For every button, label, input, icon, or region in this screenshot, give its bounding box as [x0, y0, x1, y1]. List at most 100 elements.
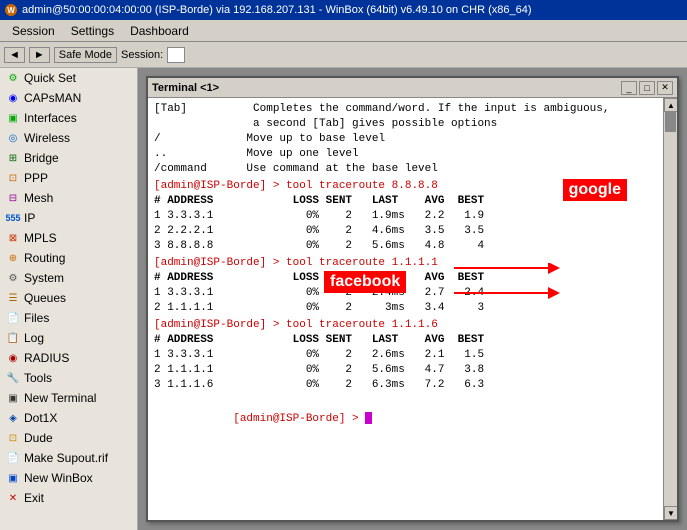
arrow-svg	[454, 263, 574, 303]
scroll-thumb[interactable]	[665, 112, 676, 132]
help-dotdot-line: .. Move up one level	[154, 147, 657, 162]
sidebar-label-log: Log	[24, 331, 44, 345]
help-command-line: /command Use command at the base level	[154, 162, 657, 177]
sidebar-item-quickset[interactable]: ⚙ Quick Set	[0, 68, 137, 88]
interfaces-icon: ▣	[6, 111, 20, 125]
traceroute3-cmd: [admin@ISP-Borde] > tool traceroute 1.1.…	[154, 318, 657, 333]
dot1x-icon: ◈	[6, 411, 20, 425]
traceroute3-row1: 1 3.3.3.1 0% 2 2.6ms 2.1 1.5	[154, 348, 657, 363]
session-label: Session:	[121, 49, 163, 61]
files-icon: 📄	[6, 311, 20, 325]
help-slash-line: / Move up to base level	[154, 132, 657, 147]
sidebar-item-routing[interactable]: ⊕ Routing	[0, 248, 137, 268]
sidebar: ⚙ Quick Set ◉ CAPsMAN ▣ Interfaces ◎ Wir…	[0, 68, 138, 530]
menu-settings[interactable]: Settings	[63, 22, 122, 40]
sidebar-label-dude: Dude	[24, 431, 53, 445]
traceroute2-row2: 2 1.1.1.1 0% 2 3ms 3.4 3	[154, 301, 484, 316]
sidebar-label-tools: Tools	[24, 371, 52, 385]
traceroute3-row3: 3 1.1.1.6 0% 2 6.3ms 7.2 6.3	[154, 378, 657, 393]
dude-icon: ⊡	[6, 431, 20, 445]
traceroute2-row1: 1 3.3.3.1 0% 2 2.4ms 2.7 2.4	[154, 286, 484, 301]
sidebar-label-supout: Make Supout.rif	[24, 451, 108, 465]
sidebar-item-ppp[interactable]: ⊡ PPP	[0, 168, 137, 188]
wireless-icon: ◎	[6, 131, 20, 145]
sidebar-item-dude[interactable]: ⊡ Dude	[0, 428, 137, 448]
sidebar-item-new-terminal[interactable]: ▣ New Terminal	[0, 388, 137, 408]
sidebar-label-capsman: CAPsMAN	[24, 91, 81, 105]
sidebar-label-interfaces: Interfaces	[24, 111, 77, 125]
new-terminal-icon: ▣	[6, 391, 20, 405]
sidebar-item-interfaces[interactable]: ▣ Interfaces	[0, 108, 137, 128]
terminal-prompt-line: [admin@ISP-Borde] >	[154, 397, 657, 442]
tools-icon: 🔧	[6, 371, 20, 385]
radius-icon: ◉	[6, 351, 20, 365]
main-layout: ⚙ Quick Set ◉ CAPsMAN ▣ Interfaces ◎ Wir…	[0, 68, 687, 530]
traceroute1-row1: 1 3.3.3.1 0% 2 1.9ms 2.2 1.9	[154, 209, 657, 224]
sidebar-label-new-winbox: New WinBox	[24, 471, 93, 485]
scroll-up-button[interactable]: ▲	[664, 98, 677, 112]
traceroute2-row2-container: 2 1.1.1.1 0% 2 3ms 3.4 3	[154, 301, 657, 316]
new-winbox-icon: ▣	[6, 471, 20, 485]
session-input[interactable]	[167, 47, 185, 63]
cursor	[365, 412, 372, 424]
sidebar-item-dot1x[interactable]: ◈ Dot1X	[0, 408, 137, 428]
mesh-icon: ⊟	[6, 191, 20, 205]
traceroute1-row3: 3 8.8.8.8 0% 2 5.6ms 4.8 4	[154, 239, 657, 254]
terminal-title: Terminal <1>	[152, 82, 219, 94]
sidebar-item-mpls[interactable]: ⊠ MPLS	[0, 228, 137, 248]
safe-mode-button[interactable]: Safe Mode	[54, 47, 117, 63]
capsman-icon: ◉	[6, 91, 20, 105]
app-icon: W	[4, 3, 18, 17]
menu-dashboard[interactable]: Dashboard	[122, 22, 197, 40]
terminal-controls: _ □ ✕	[621, 81, 673, 95]
sidebar-item-tools[interactable]: 🔧 Tools	[0, 368, 137, 388]
sidebar-item-log[interactable]: 📋 Log	[0, 328, 137, 348]
sidebar-item-new-winbox[interactable]: ▣ New WinBox	[0, 468, 137, 488]
sidebar-item-supout[interactable]: 📄 Make Supout.rif	[0, 448, 137, 468]
sidebar-item-files[interactable]: 📄 Files	[0, 308, 137, 328]
sidebar-item-exit[interactable]: ✕ Exit	[0, 488, 137, 508]
sidebar-label-quickset: Quick Set	[24, 71, 76, 85]
title-text: admin@50:00:00:04:00:00 (ISP-Borde) via …	[22, 4, 532, 16]
sidebar-item-radius[interactable]: ◉ RADIUS	[0, 348, 137, 368]
sidebar-label-mpls: MPLS	[24, 231, 57, 245]
sidebar-label-queues: Queues	[24, 291, 66, 305]
sidebar-item-capsman[interactable]: ◉ CAPsMAN	[0, 88, 137, 108]
sidebar-label-wireless: Wireless	[24, 131, 70, 145]
terminal-titlebar: Terminal <1> _ □ ✕	[148, 78, 677, 98]
scroll-down-button[interactable]: ▼	[664, 506, 677, 520]
terminal-maximize-button[interactable]: □	[639, 81, 655, 95]
google-label: google	[563, 179, 627, 201]
sidebar-label-system: System	[24, 271, 64, 285]
forward-button[interactable]: ►	[29, 47, 50, 63]
mpls-icon: ⊠	[6, 231, 20, 245]
back-button[interactable]: ◄	[4, 47, 25, 63]
sidebar-label-mesh: Mesh	[24, 191, 53, 205]
terminal-body[interactable]: [Tab] Completes the command/word. If the…	[148, 98, 663, 520]
traceroute2-cmd: [admin@ISP-Borde] > tool traceroute 1.1.…	[154, 256, 657, 271]
sidebar-item-ip[interactable]: 555 IP	[0, 208, 137, 228]
terminal-window: Terminal <1> _ □ ✕ [Tab] Completes the c…	[146, 76, 679, 522]
quickset-icon: ⚙	[6, 71, 20, 85]
ppp-icon: ⊡	[6, 171, 20, 185]
sidebar-item-bridge[interactable]: ⊞ Bridge	[0, 148, 137, 168]
scrollbar[interactable]: ▲ ▼	[663, 98, 677, 520]
menu-session[interactable]: Session	[4, 22, 63, 40]
title-bar: W admin@50:00:00:04:00:00 (ISP-Borde) vi…	[0, 0, 687, 20]
toolbar: ◄ ► Safe Mode Session:	[0, 42, 687, 68]
sidebar-item-queues[interactable]: ☰ Queues	[0, 288, 137, 308]
terminal-close-button[interactable]: ✕	[657, 81, 673, 95]
facebook-label: facebook	[324, 271, 406, 293]
sidebar-item-mesh[interactable]: ⊟ Mesh	[0, 188, 137, 208]
supout-icon: 📄	[6, 451, 20, 465]
menu-bar: Session Settings Dashboard	[0, 20, 687, 42]
traceroute1-row2: 2 2.2.2.1 0% 2 4.6ms 3.5 3.5	[154, 224, 657, 239]
terminal-minimize-button[interactable]: _	[621, 81, 637, 95]
sidebar-item-wireless[interactable]: ◎ Wireless	[0, 128, 137, 148]
sidebar-label-routing: Routing	[24, 251, 65, 265]
sidebar-label-radius: RADIUS	[24, 351, 69, 365]
sidebar-item-system[interactable]: ⚙ System	[0, 268, 137, 288]
sidebar-label-ip: IP	[24, 211, 35, 225]
system-icon: ⚙	[6, 271, 20, 285]
traceroute3-header: # ADDRESS LOSS SENT LAST AVG BEST	[154, 333, 657, 348]
